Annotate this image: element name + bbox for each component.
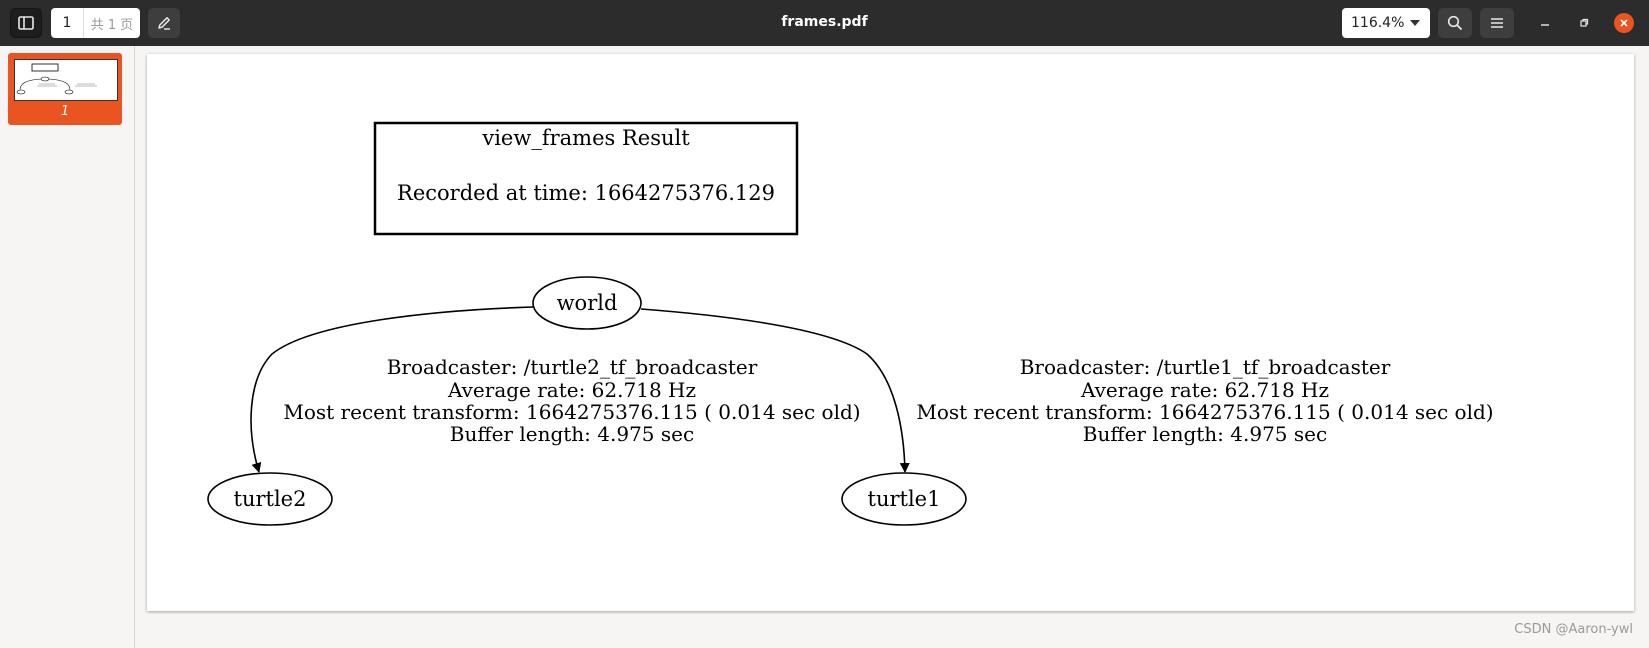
edge-turtle1-recent: Most recent transform: 1664275376.115 ( … (916, 400, 1493, 424)
node-turtle1-label: turtle1 (868, 487, 941, 511)
zoom-selector[interactable]: 116.4% (1342, 8, 1430, 38)
document-view[interactable]: view_frames Result Recorded at time: 166… (135, 46, 1649, 648)
close-icon (1620, 19, 1628, 27)
thumbnail-sidebar: 1 (0, 46, 135, 648)
edge-turtle2-broadcaster: Broadcaster: /turtle2_tf_broadcaster (387, 355, 758, 379)
thumbnail-page-label: 1 (60, 104, 70, 119)
pdf-page: view_frames Result Recorded at time: 166… (147, 54, 1634, 611)
edge-turtle2-rate: Average rate: 62.718 Hz (447, 378, 696, 402)
edge-turtle2-buffer: Buffer length: 4.975 sec (450, 422, 694, 446)
edge-turtle1-buffer: Buffer length: 4.975 sec (1083, 422, 1327, 446)
result-recorded-time: Recorded at time: 1664275376.129 (397, 181, 775, 205)
hamburger-menu-icon (1491, 18, 1503, 28)
main-menu-button[interactable] (1480, 8, 1514, 38)
chevron-down-icon (1410, 20, 1420, 26)
tf-frames-diagram: view_frames Result Recorded at time: 166… (207, 121, 1494, 526)
edge-turtle1-rate: Average rate: 62.718 Hz (1080, 378, 1329, 402)
node-world-label: world (557, 291, 618, 315)
edge-turtle2-recent: Most recent transform: 1664275376.115 ( … (283, 400, 860, 424)
minimize-icon (1541, 24, 1549, 26)
page-thumbnail[interactable]: 1 (8, 53, 122, 125)
header-bar: 1 共 1 页 frames.pdf 116.4% (0, 0, 1649, 46)
watermark: CSDN @Aaron-ywl (1514, 622, 1633, 637)
close-window-button[interactable] (1614, 13, 1634, 33)
zoom-value: 116.4% (1351, 15, 1405, 31)
node-turtle2-label: turtle2 (234, 487, 307, 511)
result-title: view_frames Result (481, 126, 690, 150)
search-icon (1447, 15, 1463, 31)
maximize-icon (1580, 18, 1589, 27)
edge-label-turtle1: Broadcaster: /turtle1_tf_broadcaster Ave… (916, 355, 1493, 446)
edge-label-turtle2: Broadcaster: /turtle2_tf_broadcaster Ave… (283, 355, 860, 446)
edge-turtle1-broadcaster: Broadcaster: /turtle1_tf_broadcaster (1020, 355, 1391, 379)
thumbnail-preview (14, 59, 118, 101)
maximize-button[interactable] (1574, 13, 1594, 33)
minimize-button[interactable] (1535, 13, 1555, 33)
search-button[interactable] (1438, 8, 1472, 38)
